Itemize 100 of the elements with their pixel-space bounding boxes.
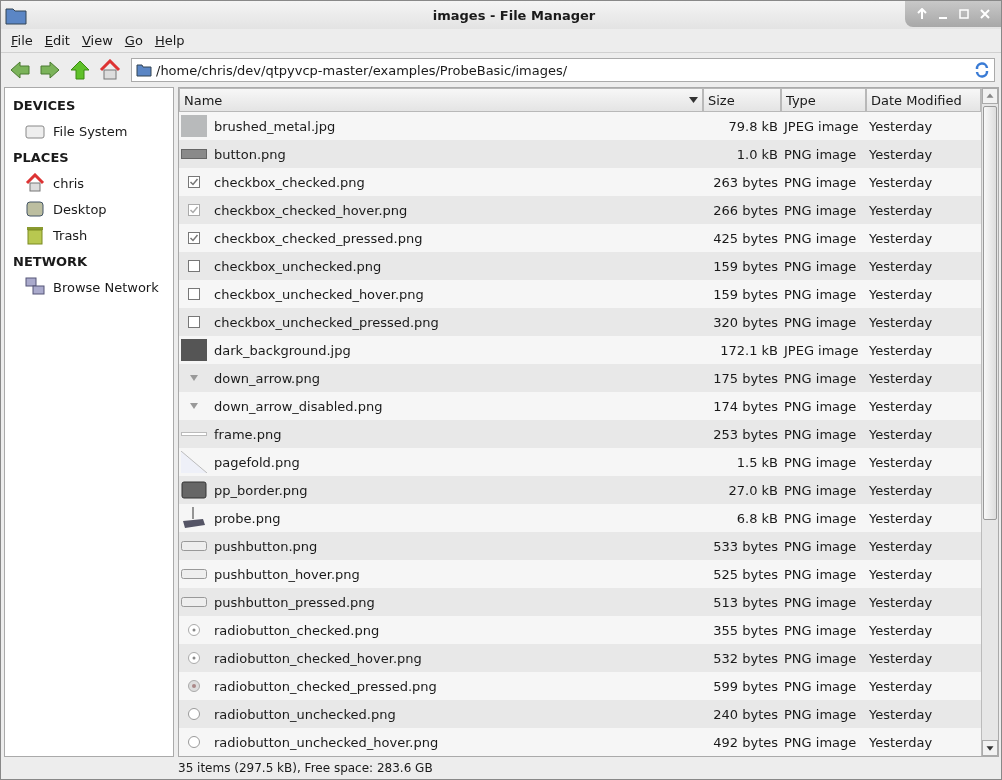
- file-size: 240 bytes: [712, 706, 779, 722]
- file-date: Yesterday: [868, 118, 934, 134]
- file-type: PNG image: [783, 370, 858, 386]
- file-date: Yesterday: [868, 314, 934, 330]
- column-header[interactable]: Type: [781, 88, 866, 112]
- file-name[interactable]: radiobutton_unchecked_hover.png: [211, 734, 442, 750]
- file-name[interactable]: frame.png: [211, 426, 285, 442]
- file-name[interactable]: pagefold.png: [211, 454, 303, 470]
- drive-icon: [25, 123, 45, 139]
- file-date: Yesterday: [868, 202, 934, 218]
- folder-icon: [136, 63, 152, 77]
- file-type: PNG image: [783, 454, 858, 470]
- file-size: 533 bytes: [712, 538, 779, 554]
- empty-checkbox-thumbnail: [188, 288, 200, 300]
- refresh-icon[interactable]: [974, 62, 990, 78]
- file-name[interactable]: radiobutton_checked.png: [211, 622, 383, 638]
- file-name[interactable]: radiobutton_checked_pressed.png: [211, 678, 440, 694]
- file-type: PNG image: [783, 678, 858, 694]
- column-header[interactable]: Name: [179, 88, 703, 112]
- home-icon[interactable]: [97, 57, 123, 83]
- bar-thumbnail: [181, 149, 207, 159]
- checkbox-thumbnail: [188, 204, 200, 216]
- file-size: 1.0 kB: [735, 146, 779, 162]
- file-size: 532 bytes: [712, 650, 779, 666]
- file-name[interactable]: pp_border.png: [211, 482, 311, 498]
- file-date: Yesterday: [868, 426, 934, 442]
- triangle-thumbnail: [190, 375, 198, 381]
- file-type: PNG image: [783, 706, 858, 722]
- scroll-up-button[interactable]: [982, 88, 998, 104]
- sidebar-item[interactable]: chris: [5, 170, 173, 196]
- empty-checkbox-thumbnail: [188, 260, 200, 272]
- file-name[interactable]: down_arrow_disabled.png: [211, 398, 386, 414]
- menu-item[interactable]: Go: [118, 33, 149, 48]
- file-size: 320 bytes: [712, 314, 779, 330]
- file-name[interactable]: pushbutton.png: [211, 538, 321, 554]
- file-type: PNG image: [783, 230, 858, 246]
- menu-item[interactable]: Help: [148, 33, 191, 48]
- menu-item[interactable]: File: [5, 33, 39, 48]
- file-date: Yesterday: [868, 342, 934, 358]
- file-size: 172.1 kB: [719, 342, 779, 358]
- file-date: Yesterday: [868, 734, 934, 750]
- file-date: Yesterday: [868, 510, 934, 526]
- sidebar-heading: NETWORK: [12, 252, 89, 271]
- sidebar-item[interactable]: Browse Network: [5, 274, 173, 300]
- file-type: JPEG image: [782, 118, 860, 134]
- column-header[interactable]: Size: [703, 88, 781, 112]
- file-name[interactable]: dark_background.jpg: [211, 342, 354, 358]
- scroll-down-button[interactable]: [982, 740, 998, 756]
- sidebar-item[interactable]: File System: [5, 118, 173, 144]
- sidebar-item[interactable]: Desktop: [5, 196, 173, 222]
- up-arrow-icon[interactable]: [915, 8, 928, 20]
- file-type: PNG image: [783, 734, 858, 750]
- sidebar-item[interactable]: Trash: [5, 222, 173, 248]
- network-computers-icon: [25, 277, 45, 297]
- file-name[interactable]: button.png: [211, 146, 289, 162]
- file-name[interactable]: checkbox_unchecked_hover.png: [211, 286, 427, 302]
- file-type: PNG image: [783, 258, 858, 274]
- file-name[interactable]: radiobutton_checked_hover.png: [211, 650, 425, 666]
- file-name[interactable]: checkbox_checked_pressed.png: [211, 230, 426, 246]
- sidebar-heading: DEVICES: [12, 96, 77, 115]
- file-date: Yesterday: [868, 678, 934, 694]
- menu-item[interactable]: View: [75, 33, 119, 48]
- file-name[interactable]: down_arrow.png: [211, 370, 323, 386]
- file-size: 355 bytes: [712, 622, 779, 638]
- file-date: Yesterday: [868, 258, 934, 274]
- file-size: 525 bytes: [712, 566, 779, 582]
- file-size: 159 bytes: [712, 258, 779, 274]
- location-field[interactable]: /home/chris/dev/qtpyvcp-master/examples/ProbeBasic/images/: [131, 58, 995, 82]
- close-icon[interactable]: [978, 8, 991, 20]
- status-text: 35 items (297.5 kB), Free space: 283.6 GB: [178, 761, 433, 775]
- file-name[interactable]: pushbutton_pressed.png: [211, 594, 378, 610]
- file-name[interactable]: probe.png: [211, 510, 284, 526]
- radio-thumbnail: [188, 680, 200, 692]
- file-name[interactable]: radiobutton_unchecked.png: [211, 706, 399, 722]
- file-size: 159 bytes: [712, 286, 779, 302]
- file-type: PNG image: [783, 538, 858, 554]
- file-type: PNG image: [783, 202, 858, 218]
- checkbox-thumbnail: [188, 232, 200, 244]
- file-date: Yesterday: [868, 566, 934, 582]
- file-date: Yesterday: [868, 230, 934, 246]
- file-size: 492 bytes: [712, 734, 779, 750]
- file-name[interactable]: brushed_metal.jpg: [211, 118, 339, 134]
- file-date: Yesterday: [868, 482, 934, 498]
- radio-thumbnail: [188, 652, 200, 664]
- desktop-icon: [25, 200, 45, 218]
- file-name[interactable]: checkbox_checked_hover.png: [211, 202, 411, 218]
- file-size: 513 bytes: [712, 594, 779, 610]
- maximize-icon[interactable]: [957, 8, 970, 20]
- file-size: 1.5 kB: [735, 454, 779, 470]
- file-type: JPEG image: [782, 342, 860, 358]
- file-name[interactable]: checkbox_unchecked.png: [211, 258, 385, 274]
- empty-radio-thumbnail: [188, 736, 200, 748]
- file-date: Yesterday: [868, 538, 934, 554]
- file-name[interactable]: checkbox_checked.png: [211, 174, 368, 190]
- column-header[interactable]: Date Modified: [866, 88, 981, 112]
- file-type: PNG image: [783, 510, 858, 526]
- file-name[interactable]: pushbutton_hover.png: [211, 566, 363, 582]
- file-name[interactable]: checkbox_unchecked_pressed.png: [211, 314, 442, 330]
- menu-item[interactable]: Edit: [38, 33, 76, 48]
- file-date: Yesterday: [868, 146, 934, 162]
